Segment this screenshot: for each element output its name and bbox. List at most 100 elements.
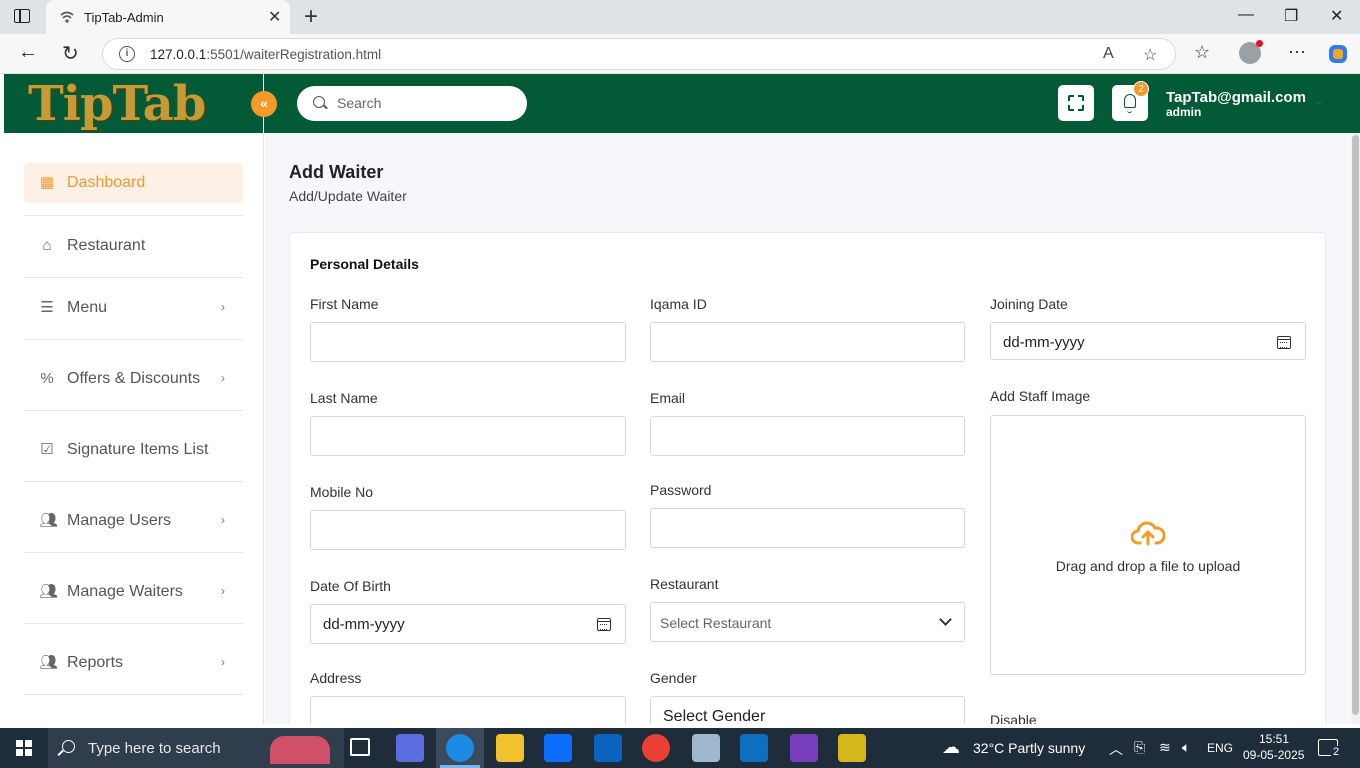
meet-now-icon[interactable]: ⎘: [1134, 739, 1145, 756]
email-field[interactable]: [650, 416, 965, 456]
copilot-icon[interactable]: [1327, 43, 1349, 65]
main-content: Add Waiter Add/Update Waiter Personal De…: [265, 133, 1351, 724]
mobile-field[interactable]: [310, 510, 626, 550]
dob-field[interactable]: dd-mm-yyyy: [310, 604, 626, 644]
browser-tabbar: TipTab-Admin ✕ + — ❐ ✕: [0, 0, 1360, 34]
image-dropzone[interactable]: Drag and drop a file to upload: [990, 415, 1306, 675]
chevron-down-icon[interactable]: ⌄: [1314, 94, 1324, 108]
new-tab-icon[interactable]: +: [304, 3, 318, 31]
collapse-sidebar-button[interactable]: «: [251, 91, 277, 117]
page-title: Add Waiter: [289, 162, 384, 182]
vscode-app-icon[interactable]: [740, 734, 768, 762]
favorite-star-icon[interactable]: ☆: [1143, 45, 1157, 65]
notification-badge: 2: [1133, 81, 1149, 97]
iqama-label: Iqama ID: [650, 296, 707, 312]
first-name-label: First Name: [310, 296, 379, 312]
cloud-upload-icon: [1131, 521, 1165, 546]
weather-icon[interactable]: ☁: [942, 737, 960, 758]
sidebar-divider: [24, 215, 243, 216]
copilot-app-icon[interactable]: [396, 734, 424, 762]
joining-date-label: Joining Date: [990, 296, 1068, 312]
refresh-icon[interactable]: ↻: [62, 41, 79, 66]
search-highlight-icon: [270, 736, 330, 764]
clock-date[interactable]: 09-05-2025: [1243, 748, 1304, 762]
fullscreen-button[interactable]: [1058, 85, 1094, 121]
visual-studio-app-icon[interactable]: [790, 734, 818, 762]
dob-label: Date Of Birth: [310, 578, 391, 594]
clock-time[interactable]: 15:51: [1259, 732, 1289, 746]
sidebar-item-manage-waiters[interactable]: 👥︎ Manage Waiters ›: [24, 572, 243, 612]
read-aloud-icon[interactable]: A: [1103, 45, 1114, 63]
windows-taskbar: Type here to search ☁ 32°C Partly sunny …: [0, 728, 1360, 768]
chevron-right-icon: ›: [221, 584, 225, 598]
list-icon: ☰: [40, 299, 54, 316]
page-subtitle: Add/Update Waiter: [289, 188, 407, 204]
volume-icon[interactable]: 🔈︎: [1182, 739, 1190, 756]
search-input[interactable]: [337, 95, 507, 111]
chevron-up-icon[interactable]: ︿: [1109, 739, 1123, 759]
address-field[interactable]: [310, 696, 626, 724]
language-indicator[interactable]: ENG: [1207, 741, 1233, 755]
tiptab-logo[interactable]: TipTab: [28, 76, 206, 132]
search-icon: [313, 96, 325, 108]
sidebar-divider: [24, 694, 243, 695]
checkbox-icon: ☑: [40, 441, 54, 458]
email-label: Email: [650, 390, 686, 406]
password-field[interactable]: [650, 508, 965, 548]
sidebar-item-restaurant[interactable]: ⌂ Restaurant: [24, 226, 243, 266]
task-view-icon[interactable]: [350, 738, 370, 756]
joining-date-field[interactable]: dd-mm-yyyy: [990, 322, 1306, 360]
wifi-favicon-icon: [60, 11, 74, 23]
taskbar-search-text: Type here to search: [88, 740, 221, 757]
restaurant-select[interactable]: Select Restaurant: [650, 602, 965, 642]
page-scrollbar[interactable]: [1351, 133, 1360, 724]
site-info-icon[interactable]: i: [119, 46, 135, 62]
favorites-icon[interactable]: ☆: [1194, 42, 1210, 63]
gender-select-value: Select Gender: [663, 708, 766, 724]
file-explorer-icon[interactable]: [496, 734, 524, 762]
gender-select[interactable]: Select Gender: [650, 696, 965, 724]
more-menu-icon[interactable]: ⋯: [1288, 42, 1306, 63]
sidebar-item-dashboard[interactable]: ▦ Dashboard: [24, 163, 243, 203]
outlook-app-icon[interactable]: [594, 734, 622, 762]
restore-icon[interactable]: ❐: [1284, 6, 1298, 26]
close-window-icon[interactable]: ✕: [1330, 6, 1343, 26]
minimize-icon[interactable]: —: [1238, 6, 1254, 24]
tab-actions-icon[interactable]: [14, 9, 30, 23]
store-app-icon[interactable]: [544, 734, 572, 762]
sidebar-item-menu[interactable]: ☰ Menu ›: [24, 288, 243, 328]
weather-text[interactable]: 32°C Partly sunny: [973, 740, 1085, 756]
calendar-icon[interactable]: [597, 618, 611, 631]
back-icon[interactable]: ←: [18, 41, 38, 64]
chrome-app-icon[interactable]: [642, 734, 670, 762]
address-label: Address: [310, 670, 362, 686]
app-icon[interactable]: [692, 734, 720, 762]
edge-app-icon[interactable]: [446, 734, 474, 762]
browser-tab[interactable]: TipTab-Admin ✕: [46, 0, 290, 34]
app-icon[interactable]: [838, 734, 866, 762]
sidebar-item-offers[interactable]: % Offers & Discounts ›: [24, 359, 243, 399]
calendar-icon[interactable]: [1277, 336, 1291, 349]
sidebar-divider: [24, 481, 243, 482]
sidebar-item-signature-items[interactable]: ☑ Signature Items List: [24, 430, 243, 470]
network-icon[interactable]: ≋: [1159, 739, 1171, 756]
joining-date-value: dd-mm-yyyy: [1003, 334, 1085, 351]
grid-icon: ▦: [39, 174, 55, 191]
sidebar-item-manage-users[interactable]: 👥︎ Manage Users ›: [24, 501, 243, 541]
restaurant-label: Restaurant: [650, 576, 719, 592]
home-icon: ⌂: [42, 237, 52, 254]
address-bar[interactable]: i 127.0.0.1:5501/waiterRegistration.html…: [102, 38, 1176, 70]
iqama-field[interactable]: [650, 322, 965, 362]
users-icon: 👥︎: [39, 512, 59, 529]
last-name-field[interactable]: [310, 416, 626, 456]
search-box[interactable]: [297, 86, 527, 121]
personal-details-card: Personal Details First Name Last Name Mo…: [289, 232, 1326, 724]
taskbar-search[interactable]: Type here to search: [48, 728, 344, 768]
chevron-right-icon: ›: [221, 300, 225, 314]
first-name-field[interactable]: [310, 322, 626, 362]
close-tab-icon[interactable]: ✕: [268, 7, 281, 27]
user-email[interactable]: TapTab@gmail.com: [1166, 89, 1306, 106]
scrollbar-thumb[interactable]: [1352, 135, 1359, 715]
windows-start-icon[interactable]: [16, 740, 32, 756]
sidebar-item-reports[interactable]: 👥︎ Reports ›: [24, 643, 243, 683]
